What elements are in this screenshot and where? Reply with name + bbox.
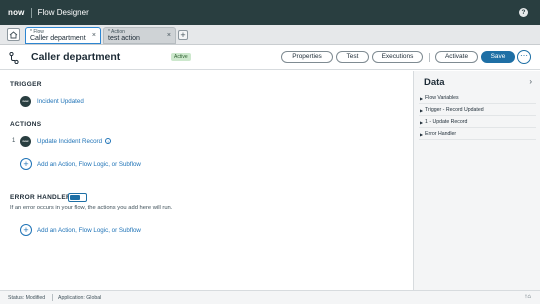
trigger-heading: TRIGGER	[10, 81, 42, 88]
home-icon[interactable]	[7, 28, 20, 41]
data-item-trigger[interactable]: ▶ Trigger - Record Updated	[419, 105, 536, 116]
tab-flow-caller-department[interactable]: * Flow Caller department ×	[25, 27, 101, 44]
save-button[interactable]: Save	[481, 51, 515, 63]
trigger-now-icon: now	[20, 96, 31, 107]
data-item-update-record[interactable]: ▶ 1 - Update Record	[419, 117, 536, 128]
properties-button[interactable]: Properties	[281, 51, 333, 63]
status-bar: Status: Modified Application: Global ↑⌂	[0, 290, 540, 304]
error-handler-helper-text: If an error occurs in your flow, the act…	[10, 205, 173, 211]
expand-triangle-icon: ▶	[420, 120, 424, 125]
data-panel-title: Data	[424, 77, 445, 88]
status-text: Status: Modified	[8, 295, 46, 301]
application-text: Application: Global	[58, 295, 102, 301]
data-item-flow-variables[interactable]: ▶ Flow Variables	[419, 93, 536, 104]
header-divider	[30, 7, 32, 18]
expand-triangle-icon: ▶	[420, 96, 424, 101]
data-item-error-handler[interactable]: ▶ Error Handler	[419, 129, 536, 140]
close-tab-icon[interactable]: ×	[167, 32, 171, 39]
add-error-action-link[interactable]: Add an Action, Flow Logic, or Subflow	[37, 227, 141, 234]
action-update-incident-record[interactable]: Update Incident Record i	[37, 138, 112, 145]
user-icon[interactable]: ↑⌂	[524, 294, 531, 300]
new-tab-plus-icon[interactable]: +	[178, 30, 188, 40]
help-icon[interactable]: ?	[519, 8, 528, 17]
data-item-label: Trigger - Record Updated	[425, 107, 484, 113]
data-item-label: Error Handler	[425, 131, 457, 137]
info-icon[interactable]: i	[105, 138, 112, 144]
flow-canvas: TRIGGER now Incident Updated ACTIONS 1 n…	[0, 71, 413, 290]
action-step-number: 1	[12, 138, 16, 144]
error-handler-toggle[interactable]	[68, 193, 87, 202]
close-tab-icon[interactable]: ×	[92, 32, 96, 39]
activate-button[interactable]: Activate	[435, 51, 478, 63]
tab-strip: * Flow Caller department × * Action test…	[0, 25, 540, 45]
executions-button[interactable]: Executions	[372, 51, 423, 63]
error-handler-heading: ERROR HANDLER	[10, 194, 71, 201]
action-label: Update Incident Record	[37, 138, 103, 145]
expand-triangle-icon: ▶	[420, 132, 424, 137]
data-panel: Data › ▶ Flow Variables ▶ Trigger - Record…	[413, 71, 540, 290]
tab-title: test action	[108, 35, 140, 42]
actions-heading: ACTIONS	[10, 121, 42, 128]
toggle-fill	[70, 195, 80, 200]
flow-header: Caller department Active Properties Test…	[0, 45, 540, 70]
more-options-icon[interactable]: ⋯	[517, 50, 531, 64]
expand-triangle-icon: ▶	[420, 108, 424, 113]
data-item-label: 1 - Update Record	[425, 119, 468, 125]
tab-action-test-action[interactable]: * Action test action ×	[103, 27, 176, 44]
status-divider	[52, 294, 53, 301]
app-title: Flow Designer	[37, 8, 89, 17]
trigger-incident-updated[interactable]: Incident Updated	[37, 98, 84, 105]
servicenow-logo: now	[8, 8, 25, 17]
data-item-label: Flow Variables	[425, 95, 459, 101]
test-button[interactable]: Test	[336, 51, 369, 63]
add-action-plus-icon[interactable]: +	[20, 158, 32, 170]
action-now-icon: now	[20, 136, 31, 147]
add-action-link[interactable]: Add an Action, Flow Logic, or Subflow	[37, 161, 141, 168]
status-badge: Active	[171, 53, 191, 61]
top-navigation-bar: now Flow Designer ?	[0, 0, 540, 25]
chevron-right-icon[interactable]: ›	[529, 77, 532, 86]
toolbar-divider	[429, 53, 430, 62]
tab-title: Caller department	[30, 35, 86, 42]
flow-icon	[9, 52, 19, 64]
flow-name-title[interactable]: Caller department	[31, 51, 120, 63]
add-error-action-plus-icon[interactable]: +	[20, 224, 32, 236]
